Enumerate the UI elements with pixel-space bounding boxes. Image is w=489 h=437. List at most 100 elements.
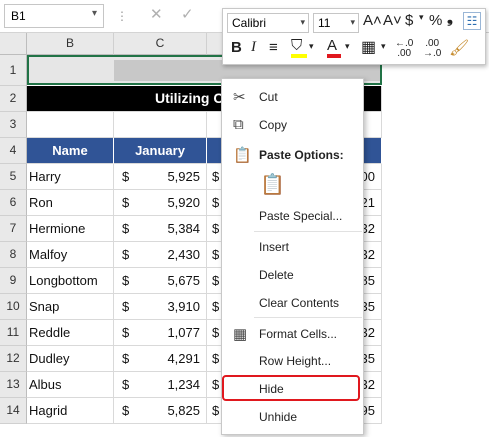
row-header-3[interactable]: 3 (0, 112, 27, 138)
cell-b3[interactable] (27, 112, 114, 138)
january-cell[interactable]: $5,925 (114, 164, 207, 190)
header-name[interactable]: Name (27, 138, 114, 164)
borders-icon[interactable]: ▦ (361, 37, 376, 57)
menu-item-delete[interactable]: Delete (222, 262, 363, 288)
name-cell[interactable]: Hagrid (27, 398, 114, 424)
fill-color-icon[interactable]: ⛉ (291, 37, 307, 58)
menu-item-unhide[interactable]: Unhide (222, 404, 363, 430)
currency-symbol: $ (212, 377, 220, 392)
menu-item-copy[interactable]: ⧉ Copy (222, 112, 363, 138)
row-header-13[interactable]: 13 (0, 372, 27, 398)
january-cell[interactable]: $5,920 (114, 190, 207, 216)
name-cell[interactable]: Malfoy (27, 242, 114, 268)
cancel-icon[interactable]: ✕ (150, 5, 163, 23)
menu-item-insert[interactable]: Insert (222, 234, 363, 260)
row-header-10[interactable]: 10 (0, 294, 27, 320)
font-size-box[interactable]: 11 ▾ (313, 13, 359, 33)
january-cell[interactable]: $5,675 (114, 268, 207, 294)
paste-clipboard-icon[interactable]: 📋 (259, 171, 289, 201)
scissors-icon: ✂ (233, 89, 246, 106)
row-header-6[interactable]: 6 (0, 190, 27, 216)
increase-decimal-button[interactable]: ←.0.00 (395, 39, 413, 59)
menu-item-cut[interactable]: ✂ Cut (222, 84, 363, 110)
chevron-down-icon[interactable]: ▾ (92, 8, 97, 19)
currency-symbol: $ (122, 351, 130, 366)
menu-item-row-height[interactable]: Row Height... (222, 348, 363, 374)
menu-item-clear-contents[interactable]: Clear Contents (222, 290, 363, 316)
align-button[interactable]: ≡ (269, 39, 278, 56)
january-value: 3,910 (167, 299, 200, 314)
currency-symbol: $ (212, 351, 220, 366)
hide-highlight-box (222, 375, 360, 401)
column-header-c[interactable]: C (114, 33, 207, 55)
row-header-14[interactable]: 14 (0, 398, 27, 424)
row-header-5[interactable]: 5 (0, 164, 27, 190)
january-value: 1,234 (167, 377, 200, 392)
row-header-8[interactable]: 8 (0, 242, 27, 268)
name-box[interactable]: B1 ▾ (4, 4, 104, 28)
font-size-value: 11 (318, 16, 331, 30)
menu-item-paste-special[interactable]: Paste Special... (222, 203, 363, 229)
menu-item-paste-options: 📋 Paste Options: (222, 142, 363, 168)
name-cell[interactable]: Snap (27, 294, 114, 320)
font-name-box[interactable]: Calibri ▾ (227, 13, 309, 33)
currency-symbol: $ (122, 169, 130, 184)
format-painter-icon[interactable]: 🖌 (449, 38, 469, 58)
row-header-9[interactable]: 9 (0, 268, 27, 294)
january-cell[interactable]: $3,910 (114, 294, 207, 320)
currency-symbol: $ (122, 247, 130, 262)
name-cell[interactable]: Longbottom (27, 268, 114, 294)
name-cell[interactable]: Albus (27, 372, 114, 398)
january-cell[interactable]: $1,234 (114, 372, 207, 398)
select-all-corner[interactable] (0, 33, 27, 55)
name-cell[interactable]: Harry (27, 164, 114, 190)
name-cell[interactable]: Hermione (27, 216, 114, 242)
chevron-down-icon[interactable]: ▾ (419, 12, 424, 23)
menu-label-format-cells: Format Cells... (259, 327, 338, 341)
january-cell[interactable]: $4,291 (114, 346, 207, 372)
enter-icon[interactable]: ✓ (181, 5, 194, 23)
italic-button[interactable]: I (251, 39, 256, 56)
font-color-button[interactable]: A (327, 37, 341, 58)
january-cell[interactable]: $1,077 (114, 320, 207, 346)
january-cell[interactable]: $5,384 (114, 216, 207, 242)
menu-label-unhide: Unhide (259, 410, 298, 424)
menu-label-paste-special: Paste Special... (259, 209, 343, 223)
currency-symbol: $ (122, 195, 130, 210)
percent-button[interactable]: % (429, 12, 442, 29)
menu-label-paste-options: Paste Options: (259, 148, 344, 162)
row-header-4[interactable]: 4 (0, 138, 27, 164)
january-value: 4,291 (167, 351, 200, 366)
name-cell[interactable]: Dudley (27, 346, 114, 372)
row-header-1[interactable]: 1 (0, 55, 27, 86)
chevron-down-icon[interactable]: ▾ (345, 41, 350, 52)
january-cell[interactable]: $5,825 (114, 398, 207, 424)
row-header-2[interactable]: 2 (0, 86, 27, 112)
font-name-value: Calibri (232, 16, 267, 30)
paste-icon: 📋 (233, 147, 252, 164)
comma-style-button[interactable]: ❟ (447, 10, 453, 27)
table-format-icon[interactable]: ☷ (463, 12, 481, 30)
name-cell[interactable]: Ron (27, 190, 114, 216)
row-header-12[interactable]: 12 (0, 346, 27, 372)
chevron-down-icon[interactable]: ▾ (300, 17, 305, 28)
increase-font-size-button[interactable]: A˄ (363, 12, 382, 29)
cell-c3[interactable] (114, 112, 207, 138)
column-header-b[interactable]: B (27, 33, 114, 55)
row-header-11[interactable]: 11 (0, 320, 27, 346)
name-cell[interactable]: Reddle (27, 320, 114, 346)
header-january[interactable]: January (114, 138, 207, 164)
menu-item-format-cells[interactable]: ▦ Format Cells... (222, 321, 363, 347)
chevron-down-icon[interactable]: ▾ (381, 41, 386, 52)
chevron-down-icon[interactable]: ▾ (350, 17, 355, 28)
mini-toolbar: Calibri ▾ 11 ▾ A˄ A˅ $ ▾ % ❟ ☷ B I ≡ ⛉ ▾… (222, 8, 486, 65)
bold-button[interactable]: B (231, 39, 242, 56)
chevron-down-icon[interactable]: ▾ (309, 41, 314, 52)
currency-symbol: $ (212, 169, 220, 184)
formula-bar-grip-icon: ⋮ (116, 9, 128, 23)
decrease-font-size-button[interactable]: A˅ (383, 12, 402, 29)
row-header-7[interactable]: 7 (0, 216, 27, 242)
decrease-decimal-button[interactable]: .00 →.0 (423, 39, 441, 59)
january-cell[interactable]: $2,430 (114, 242, 207, 268)
currency-button[interactable]: $ (405, 12, 413, 29)
